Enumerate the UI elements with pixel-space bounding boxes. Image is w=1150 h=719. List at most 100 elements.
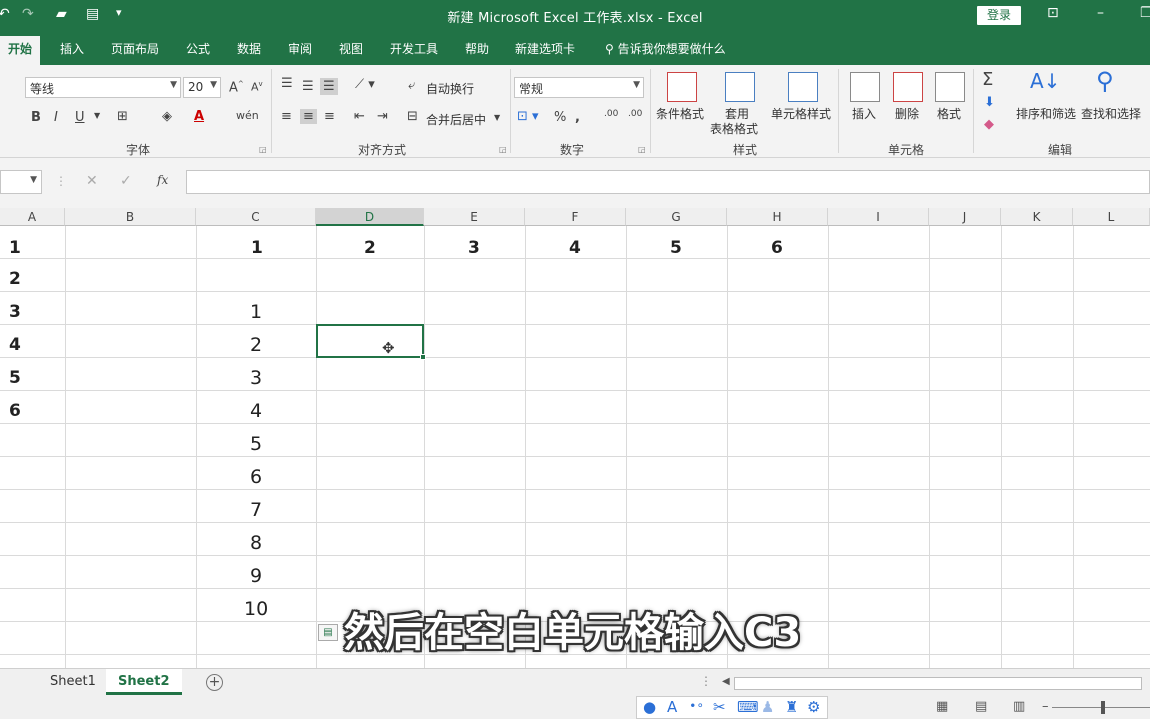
sheet-tab-sheet2[interactable]: Sheet2: [106, 669, 182, 695]
cell-a6[interactable]: 6: [9, 401, 21, 421]
increase-decimal-icon[interactable]: .00: [604, 109, 618, 119]
ime-punctuation-icon[interactable]: ∙∘: [689, 698, 704, 712]
chevron-down-icon[interactable]: ▼: [30, 175, 37, 185]
cell-f1[interactable]: 4: [569, 238, 581, 258]
merge-dropdown-icon[interactable]: ▼: [494, 113, 500, 122]
column-header-h[interactable]: H: [727, 208, 828, 226]
cell-c12[interactable]: 10: [244, 598, 268, 620]
cell-c4[interactable]: 2: [250, 334, 262, 356]
cell-c10[interactable]: 8: [250, 532, 262, 554]
restore-icon[interactable]: ❐: [1140, 5, 1150, 21]
cell-c8[interactable]: 6: [250, 466, 262, 488]
tab-review[interactable]: 审阅: [288, 40, 312, 57]
tab-formulas[interactable]: 公式: [186, 40, 210, 57]
cell-a5[interactable]: 5: [9, 368, 21, 388]
sort-filter-button[interactable]: 排序和筛选: [1016, 105, 1076, 122]
phonetic-icon[interactable]: wén: [236, 109, 259, 122]
cell-a4[interactable]: 4: [9, 335, 21, 355]
worksheet-grid[interactable]: A B C D E F G H I J K L 1 2 3 4 5 6 1 2 …: [0, 208, 1150, 668]
delete-cells-button[interactable]: 删除: [895, 105, 919, 122]
fill-handle[interactable]: [420, 354, 426, 360]
orientation-icon[interactable]: ⟋ ▾: [355, 77, 375, 92]
column-header-e[interactable]: E: [424, 208, 525, 226]
underline-dropdown-icon[interactable]: ▼: [94, 111, 100, 120]
decrease-font-icon[interactable]: Av: [251, 80, 263, 94]
cell-e1[interactable]: 3: [468, 238, 480, 258]
insert-function-icon[interactable]: fx: [157, 173, 168, 187]
cancel-icon[interactable]: ✕: [86, 173, 98, 189]
accounting-format-icon[interactable]: ⊡ ▾: [517, 109, 539, 124]
column-header-i[interactable]: I: [828, 208, 929, 226]
scroll-left-icon[interactable]: ◀: [722, 676, 730, 687]
tab-data[interactable]: 数据: [237, 40, 261, 57]
number-launcher-icon[interactable]: ◲: [638, 145, 646, 154]
enter-icon[interactable]: ✓: [120, 173, 132, 189]
tab-help[interactable]: 帮助: [465, 40, 489, 57]
cell-h1[interactable]: 6: [771, 238, 783, 258]
cell-c7[interactable]: 5: [250, 433, 262, 455]
cell-a2[interactable]: 2: [9, 269, 21, 289]
conditional-format-button[interactable]: 条件格式: [656, 105, 704, 122]
column-header-k[interactable]: K: [1001, 208, 1073, 226]
column-header-a[interactable]: A: [0, 208, 65, 226]
formula-input[interactable]: [186, 170, 1150, 194]
tell-me-search[interactable]: ⚲ 告诉我你想要做什么: [605, 40, 726, 57]
align-bottom-icon[interactable]: ☰: [320, 78, 338, 95]
tab-developer[interactable]: 开发工具: [390, 40, 438, 57]
normal-view-icon[interactable]: ▦: [936, 699, 948, 714]
column-header-f[interactable]: F: [525, 208, 626, 226]
cell-a1[interactable]: 1: [9, 238, 21, 258]
name-box[interactable]: ▼: [0, 170, 42, 194]
ime-scissors-icon[interactable]: ✂: [713, 698, 726, 716]
align-middle-icon[interactable]: ☰: [302, 79, 314, 94]
quick-analysis-icon[interactable]: ▤: [318, 624, 338, 641]
align-center-icon[interactable]: ≡: [300, 109, 317, 124]
column-header-l[interactable]: L: [1073, 208, 1150, 226]
ribbon-display-icon[interactable]: ⊡: [1047, 5, 1059, 21]
tab-home[interactable]: 开始: [0, 36, 41, 65]
align-left-icon[interactable]: ≡: [281, 109, 292, 124]
ime-skin-icon[interactable]: ♜: [785, 698, 798, 716]
ime-user-icon[interactable]: ♟: [761, 698, 774, 716]
cell-c11[interactable]: 9: [250, 565, 262, 587]
decrease-indent-icon[interactable]: ⇤: [354, 109, 365, 124]
zoom-slider-thumb[interactable]: [1101, 701, 1105, 714]
italic-icon[interactable]: I: [54, 110, 58, 125]
minimize-icon[interactable]: –: [1097, 5, 1104, 21]
ime-mode-icon[interactable]: A: [667, 698, 677, 716]
fill-color-icon[interactable]: ◈: [162, 109, 172, 124]
merge-center-icon[interactable]: ⊟: [407, 109, 418, 124]
ime-settings-icon[interactable]: ⚙: [807, 698, 820, 716]
tab-insert[interactable]: 插入: [60, 40, 84, 57]
page-break-view-icon[interactable]: ▥: [1013, 699, 1025, 714]
align-right-icon[interactable]: ≡: [324, 109, 335, 124]
underline-icon[interactable]: U: [75, 110, 85, 125]
comma-style-icon[interactable]: ,: [575, 110, 580, 125]
ime-keyboard-icon[interactable]: ⌨: [737, 698, 759, 716]
table-format-button-line2[interactable]: 表格格式: [710, 120, 758, 137]
cell-a3[interactable]: 3: [9, 302, 21, 322]
border-icon[interactable]: ⊞: [117, 109, 128, 124]
cell-styles-button[interactable]: 单元格样式: [771, 105, 831, 122]
font-size-select[interactable]: 20 ▼: [183, 77, 221, 98]
find-select-button[interactable]: 查找和选择: [1081, 105, 1141, 122]
column-header-b[interactable]: B: [65, 208, 196, 226]
font-color-icon[interactable]: A: [194, 109, 204, 124]
fill-icon[interactable]: ⬇: [984, 95, 995, 110]
cell-c3[interactable]: 1: [250, 301, 262, 323]
format-cells-button[interactable]: 格式: [937, 105, 961, 122]
cell-d1[interactable]: 2: [364, 238, 376, 258]
tab-new[interactable]: 新建选项卡: [515, 40, 575, 57]
increase-indent-icon[interactable]: ⇥: [377, 109, 388, 124]
insert-cells-button[interactable]: 插入: [852, 105, 876, 122]
login-button[interactable]: 登录: [977, 6, 1021, 25]
autosum-icon[interactable]: Σ: [982, 69, 993, 90]
font-name-select[interactable]: 等线 ▼: [25, 77, 181, 98]
percent-icon[interactable]: %: [554, 110, 566, 125]
cell-c5[interactable]: 3: [250, 367, 262, 389]
number-format-select[interactable]: 常规 ▼: [514, 77, 644, 98]
tab-page-layout[interactable]: 页面布局: [111, 40, 159, 57]
wrap-text-button[interactable]: 自动换行: [426, 80, 474, 97]
zoom-out-icon[interactable]: –: [1042, 699, 1049, 714]
column-header-d[interactable]: D: [316, 208, 424, 226]
